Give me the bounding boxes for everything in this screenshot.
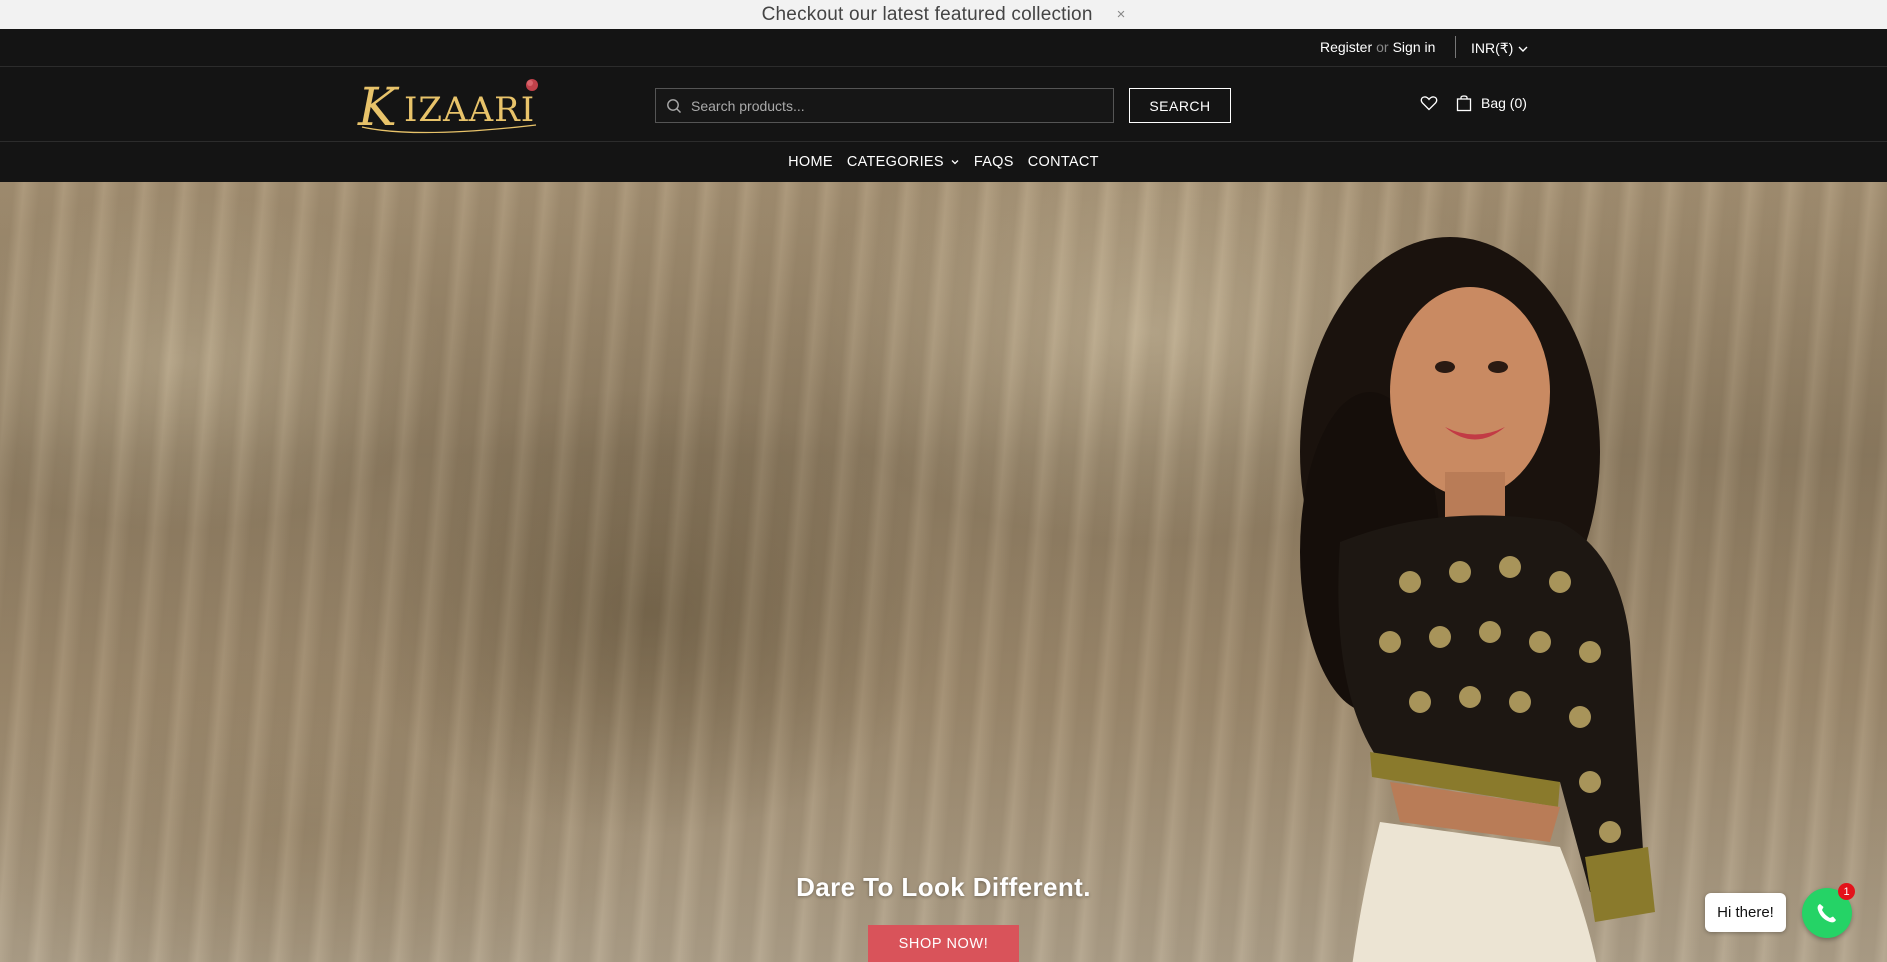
nav-item-home[interactable]: HOME bbox=[788, 154, 833, 170]
currency-label: INR(₹) bbox=[1471, 40, 1514, 56]
nav-item-faqs[interactable]: FAQS bbox=[974, 154, 1014, 170]
top-bar: Register or Sign in INR(₹) bbox=[0, 29, 1887, 67]
chevron-down-icon bbox=[1518, 46, 1528, 52]
hero-banner: Dare To Look Different. SHOP NOW! bbox=[0, 182, 1887, 962]
notification-badge: 1 bbox=[1838, 883, 1855, 900]
heart-icon[interactable] bbox=[1420, 94, 1438, 112]
signin-link[interactable]: Sign in bbox=[1393, 39, 1436, 55]
svg-text:IZAARI: IZAARI bbox=[404, 90, 535, 130]
hero-model-image bbox=[1300, 237, 1655, 962]
shop-now-button[interactable]: SHOP NOW! bbox=[868, 925, 1019, 962]
search-field bbox=[655, 88, 1114, 123]
main-nav: HOME CATEGORIES FAQS CONTACT bbox=[0, 142, 1887, 182]
currency-selector[interactable]: INR(₹) bbox=[1471, 40, 1528, 57]
divider bbox=[1455, 36, 1456, 58]
search-icon bbox=[667, 98, 681, 113]
nav-label: CONTACT bbox=[1027, 154, 1099, 170]
chat-greeting[interactable]: Hi there! bbox=[1705, 893, 1786, 932]
nav-label: CATEGORIES bbox=[846, 154, 944, 170]
nav-label: HOME bbox=[788, 154, 833, 170]
account-links: Register or Sign in bbox=[1320, 39, 1435, 55]
announcement-bar: Checkout our latest featured collection … bbox=[0, 0, 1887, 29]
close-icon[interactable]: × bbox=[1117, 6, 1126, 23]
bag-label: Bag (0) bbox=[1481, 95, 1527, 111]
logo[interactable]: K IZAARI bbox=[356, 77, 546, 137]
bag-button[interactable]: Bag (0) bbox=[1456, 94, 1527, 112]
phone-icon bbox=[1817, 904, 1836, 923]
search-button[interactable]: SEARCH bbox=[1129, 88, 1231, 123]
chevron-down-icon bbox=[951, 160, 959, 165]
or-text: or bbox=[1376, 39, 1389, 55]
bag-icon bbox=[1456, 95, 1472, 112]
nav-label: FAQS bbox=[973, 154, 1014, 170]
announcement-text[interactable]: Checkout our latest featured collection bbox=[762, 4, 1093, 26]
search-input[interactable] bbox=[691, 97, 1091, 114]
svg-text:K: K bbox=[357, 78, 400, 137]
nav-item-categories[interactable]: CATEGORIES bbox=[847, 154, 960, 170]
site-header: K IZAARI SEARCH Bag (0) bbox=[0, 67, 1887, 142]
register-link[interactable]: Register bbox=[1320, 39, 1372, 55]
hero-title: Dare To Look Different. bbox=[796, 872, 1091, 902]
nav-item-contact[interactable]: CONTACT bbox=[1028, 154, 1099, 170]
